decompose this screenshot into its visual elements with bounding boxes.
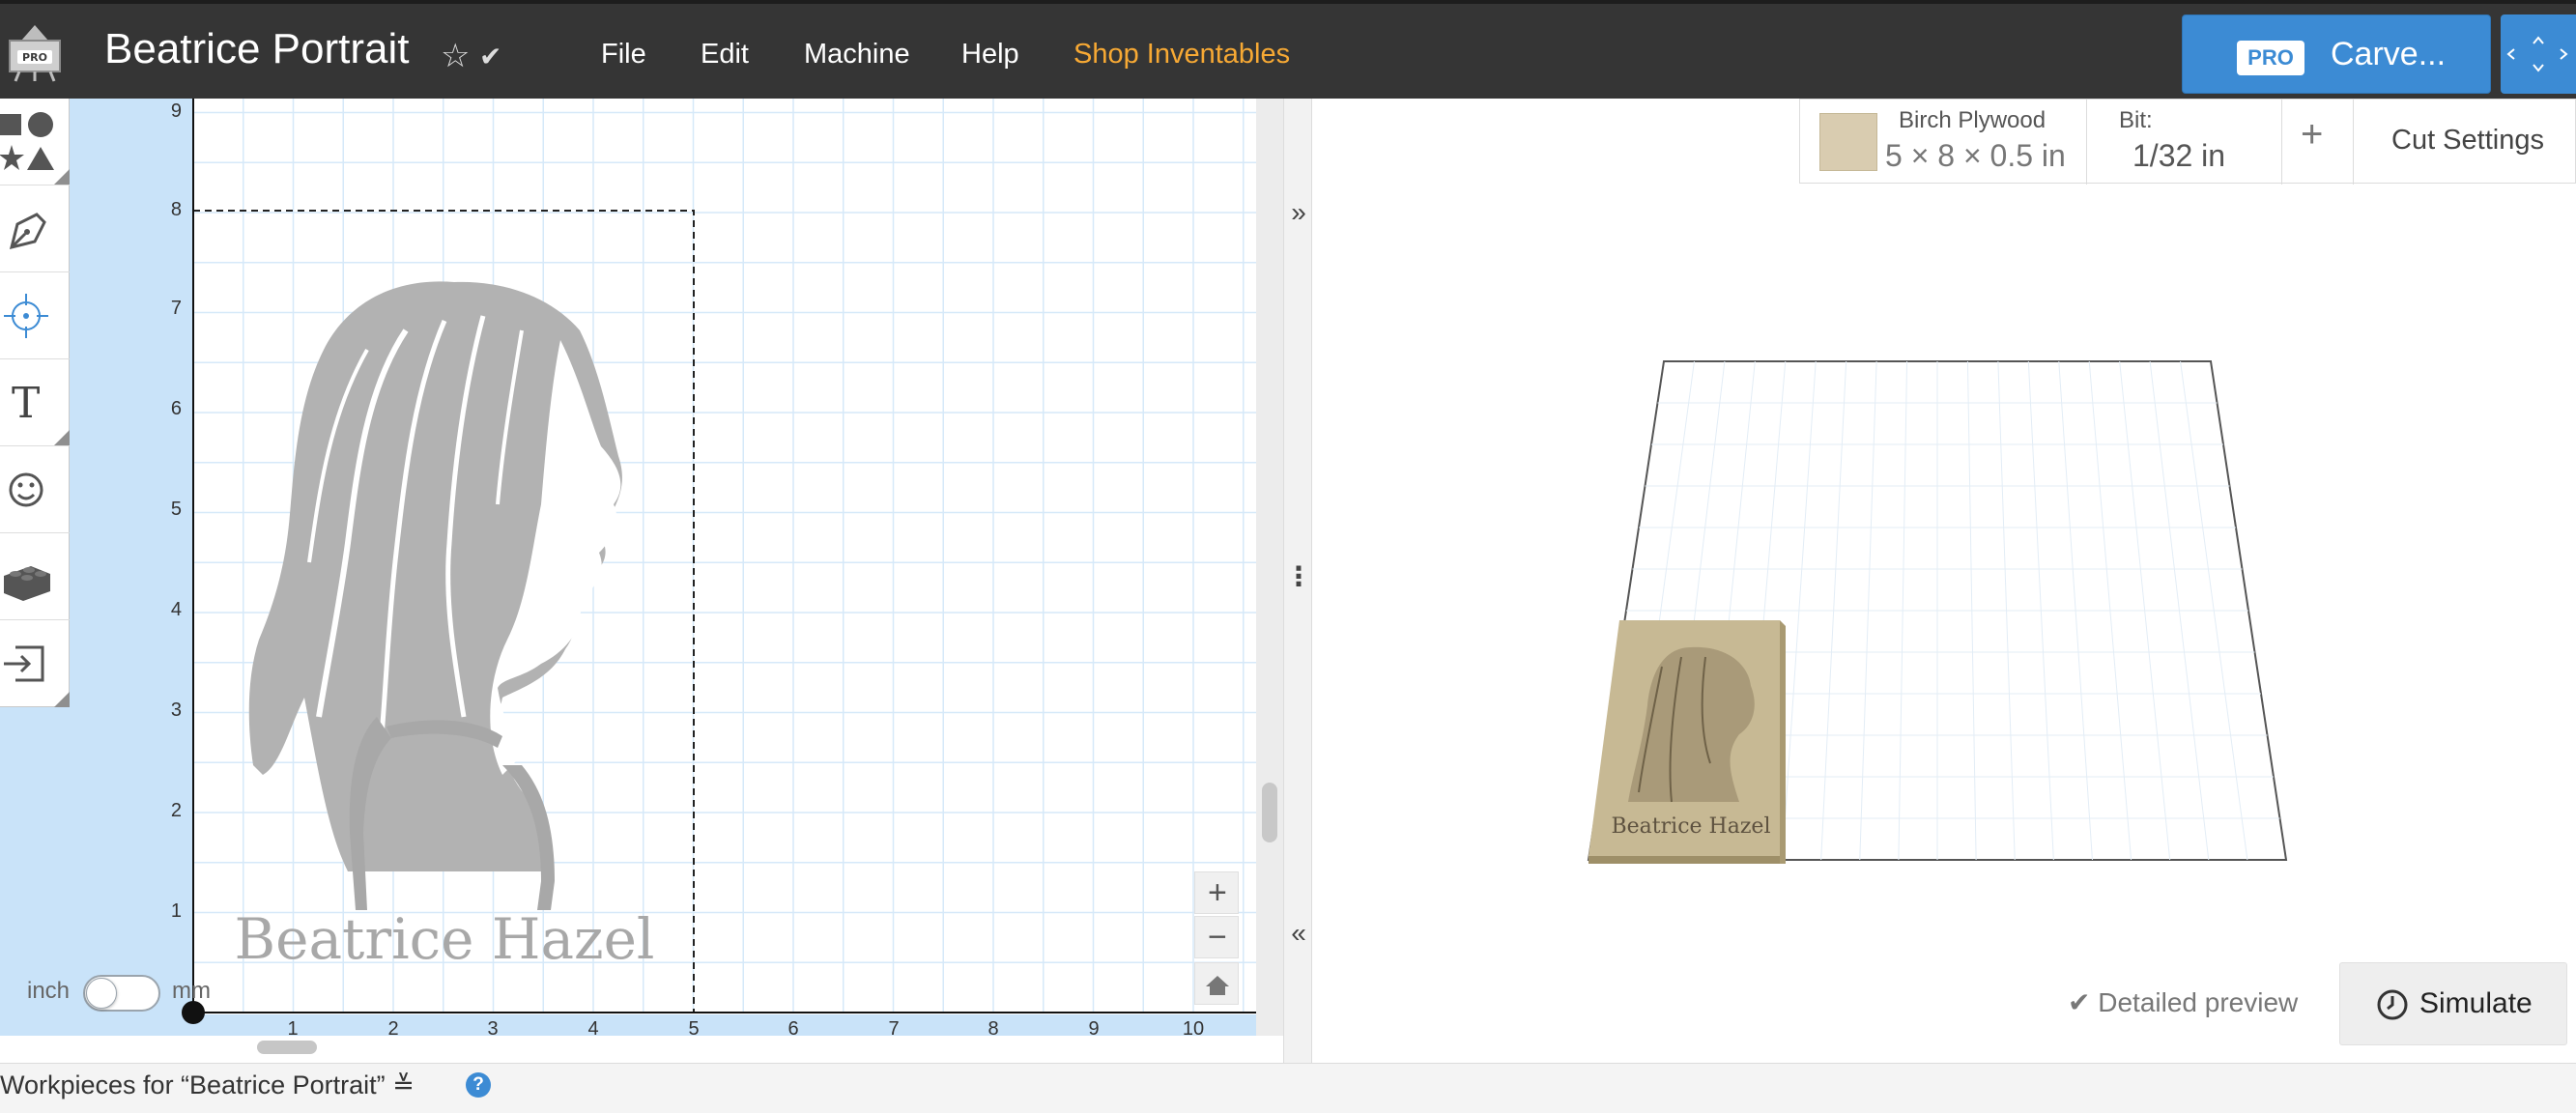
home-icon <box>1206 976 1229 995</box>
text-tool-corner <box>54 430 70 445</box>
star-icon[interactable]: ☆ <box>441 37 470 75</box>
divider <box>2086 100 2087 185</box>
pen-nib-icon <box>9 213 46 250</box>
smiley-icon <box>9 472 43 507</box>
x-tick-2: 2 <box>387 1018 399 1040</box>
text-tool[interactable]: T <box>0 359 70 446</box>
simulate-button[interactable]: Simulate <box>2339 962 2567 1045</box>
carve-button[interactable]: PRO Carve... <box>2182 14 2491 94</box>
tool-palette: T <box>0 99 70 707</box>
menu-help[interactable]: Help <box>961 39 1019 71</box>
collapse-right-icon[interactable]: » <box>1284 197 1313 228</box>
y-tick-5: 5 <box>170 499 182 520</box>
workpiece-text: Beatrice Hazel <box>235 906 655 972</box>
y-tick-4: 4 <box>170 599 182 620</box>
x-tick-7: 7 <box>888 1018 900 1040</box>
expand-arrows-icon <box>2506 36 2568 72</box>
top-bar: PRO Beatrice Portrait ☆ ✔ File Edit Mach… <box>0 0 2576 99</box>
pro-badge: PRO <box>2237 41 2304 75</box>
material-settings-panel: Birch Plywood 5 × 8 × 0.5 in Bit: 1/32 i… <box>1799 99 2576 185</box>
bit-value[interactable]: 1/32 in <box>2132 138 2225 174</box>
cut-settings-button[interactable]: Cut Settings <box>2391 125 2544 157</box>
design-canvas-area: Beatrice Hazel 9 8 7 6 5 4 3 2 1 1 2 3 4… <box>0 99 1283 1054</box>
checkmark-icon: ✔ <box>2068 987 2091 1017</box>
x-tick-6: 6 <box>787 1018 799 1040</box>
horizontal-scrollbar[interactable] <box>257 1041 317 1054</box>
expand-toggle-button[interactable] <box>2501 14 2576 94</box>
y-tick-8: 8 <box>170 199 182 220</box>
zoom-in-button[interactable]: + <box>1194 871 1239 914</box>
divider <box>2281 100 2282 185</box>
menu-edit[interactable]: Edit <box>701 39 749 71</box>
carve-button-label: Carve... <box>2331 36 2447 72</box>
y-tick-1: 1 <box>170 900 182 922</box>
y-tick-7: 7 <box>170 298 182 319</box>
import-tool-corner <box>54 692 70 707</box>
shop-inventables-link[interactable]: Shop Inventables <box>1073 39 1290 71</box>
workpiece-3d: Beatrice Hazel <box>1589 620 1786 864</box>
x-tick-8: 8 <box>987 1018 999 1040</box>
detailed-preview-label: Detailed preview <box>2098 987 2299 1017</box>
app-logo-badge: PRO <box>22 51 47 64</box>
unit-mm-label: mm <box>172 978 211 1004</box>
lego-tool[interactable] <box>0 533 70 620</box>
plus-icon: + <box>1208 874 1227 911</box>
help-icon[interactable]: ? <box>466 1072 491 1098</box>
vertical-scroll-track <box>1256 99 1283 1036</box>
unit-inch-label: inch <box>27 978 71 1004</box>
crosshair-icon <box>4 294 48 338</box>
x-tick-10: 10 <box>1182 1018 1205 1040</box>
y-tick-3: 3 <box>170 699 182 721</box>
minus-icon: − <box>1208 919 1227 956</box>
3d-machine-bed[interactable]: Beatrice Hazel <box>1546 338 2319 879</box>
menu-file[interactable]: File <box>601 39 646 71</box>
material-name[interactable]: Birch Plywood <box>1899 107 2046 134</box>
divider <box>2353 100 2354 185</box>
pen-tool[interactable] <box>0 186 70 272</box>
zoom-home-button[interactable] <box>1194 962 1239 1005</box>
bit-label: Bit: <box>2119 107 2153 133</box>
checkmark-icon: ✔ <box>479 42 502 71</box>
shapes-tool-corner <box>54 169 70 185</box>
vertical-scrollbar[interactable] <box>1262 783 1277 842</box>
y-tick-2: 2 <box>170 800 182 821</box>
material-dimensions[interactable]: 5 × 8 × 0.5 in <box>1885 138 2066 174</box>
x-tick-1: 1 <box>287 1018 299 1040</box>
simulate-label: Simulate <box>2419 987 2533 1019</box>
add-bit-button[interactable]: + <box>2301 113 2323 157</box>
unit-toggle-knob <box>86 978 117 1009</box>
menu-machine[interactable]: Machine <box>804 39 910 71</box>
collapse-left-icon[interactable]: « <box>1284 918 1313 949</box>
text-t-icon: T <box>12 379 41 428</box>
import-tool[interactable] <box>0 620 70 707</box>
target-tool[interactable] <box>0 272 70 359</box>
material-swatch[interactable] <box>1819 113 1877 171</box>
app-logo-icon[interactable]: PRO <box>6 23 64 83</box>
design-canvas[interactable]: Beatrice Hazel <box>0 99 1256 1036</box>
workpieces-dropdown[interactable]: Workpieces for “Beatrice Portrait” ≚ <box>0 1070 415 1100</box>
document-title[interactable]: Beatrice Portrait <box>104 25 409 73</box>
zoom-out-button[interactable]: − <box>1194 916 1239 958</box>
x-tick-9: 9 <box>1088 1018 1100 1040</box>
x-tick-3: 3 <box>487 1018 499 1040</box>
detailed-preview-toggle[interactable]: ✔ Detailed preview <box>2068 986 2298 1018</box>
panel-splitter[interactable]: » ⋮ « <box>1283 99 1312 1063</box>
x-tick-4: 4 <box>587 1018 599 1040</box>
emoji-tool[interactable] <box>0 446 70 533</box>
clock-icon <box>2377 989 2408 1020</box>
workpiece-3d-text: Beatrice Hazel <box>1612 814 1771 839</box>
drag-handle-icon[interactable]: ⋮ <box>1284 560 1313 592</box>
unit-toggle-switch[interactable] <box>83 975 160 1012</box>
y-tick-9: 9 <box>170 100 182 122</box>
y-tick-6: 6 <box>170 398 182 419</box>
lego-brick-icon <box>4 566 50 601</box>
shapes-tool[interactable] <box>0 99 70 186</box>
x-tick-5: 5 <box>688 1018 700 1040</box>
